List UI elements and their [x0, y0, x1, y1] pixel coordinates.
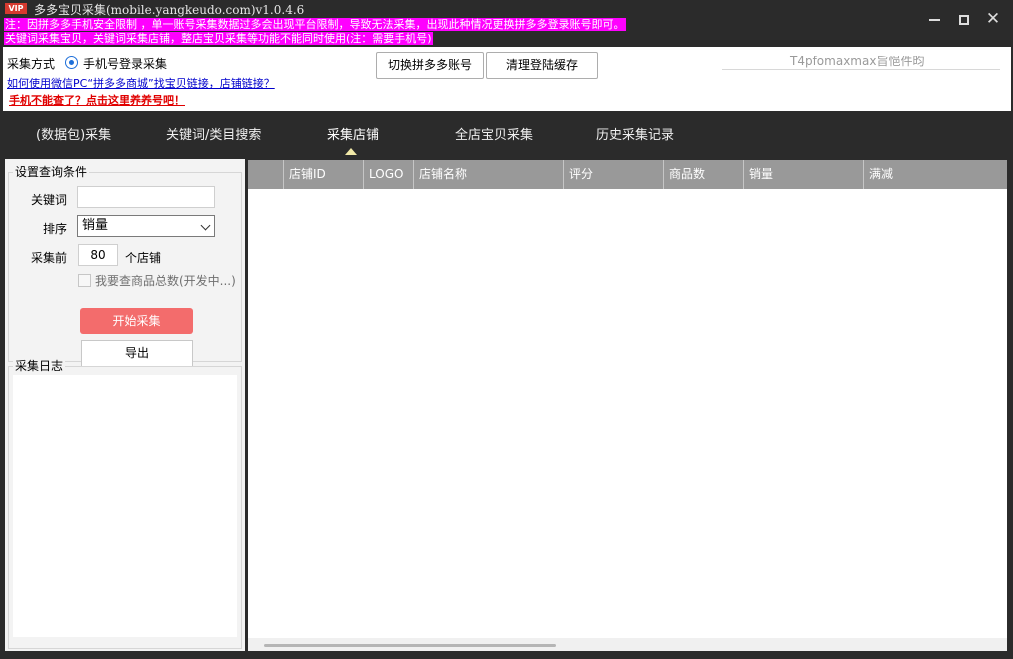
vip-badge: VIP: [5, 3, 27, 14]
query-settings-title: 设置查询条件: [13, 164, 90, 180]
log-title: 采集日志: [13, 358, 66, 374]
table-header: 店铺ID LOGO 店铺名称 评分 商品数 销量 满减: [248, 160, 1007, 189]
mode-label: 采集方式: [7, 57, 56, 71]
count-label: 采集前: [31, 251, 68, 265]
column-header-logo[interactable]: LOGO: [363, 160, 413, 189]
log-textarea[interactable]: [13, 375, 237, 637]
sort-select[interactable]: 销量: [77, 215, 215, 237]
close-icon: ✕: [985, 9, 1001, 29]
main-nav: (数据包)采集 关键词/类目搜索 采集店铺 全店宝贝采集 历史采集记录: [0, 111, 1013, 157]
notice-line-2: 关键词采集宝贝，关键词采集店铺，整店宝贝采集等功能不能同时使用(注：需要手机号): [4, 32, 433, 45]
maximize-button[interactable]: [952, 8, 976, 30]
clear-cache-button[interactable]: 清理登陆缓存: [486, 52, 598, 79]
help-link[interactable]: 如何使用微信PC“拼多多商城”找宝贝链接，店铺链接？: [7, 75, 275, 91]
export-button[interactable]: 导出: [81, 340, 193, 367]
sort-label: 排序: [43, 222, 68, 236]
row-select-header[interactable]: [248, 160, 283, 189]
switch-account-button[interactable]: 切换拼多多账号: [376, 52, 484, 79]
notice-line-1: 注：因拼多多手机安全限制 ，单一账号采集数据过多会出现平台限制，导致无法采集，出…: [4, 18, 626, 31]
window-title: 多多宝贝采集(mobile.yangkeudo.com)v1.0.4.6: [34, 3, 305, 17]
sort-select-value: 销量: [82, 218, 109, 233]
tab-whole-shop-collect[interactable]: 全店宝贝采集: [455, 124, 533, 143]
query-settings-group: 设置查询条件 关键词 排序 销量 采集前 80 个店铺 我要查商品总数(开发中.…: [8, 164, 242, 367]
tab-packet-collect[interactable]: (数据包)采集: [36, 124, 111, 143]
count-total-checkbox[interactable]: [78, 274, 91, 287]
minimize-icon: [928, 18, 940, 21]
column-header-shop-id[interactable]: 店铺ID: [283, 160, 363, 189]
tab-keyword-search[interactable]: 关键词/类目搜索: [166, 124, 261, 143]
column-header-sales[interactable]: 销量: [743, 160, 863, 189]
account-warning-link[interactable]: 手机不能查了？点击这里养养号吧！: [9, 92, 185, 108]
tab-history[interactable]: 历史采集记录: [596, 124, 674, 143]
overlapping-ghost-text: T4pfomaxmax旨悒件昀: [722, 56, 1000, 70]
phone-login-radio-label[interactable]: 手机号登录采集: [83, 55, 167, 72]
count-input[interactable]: 80: [78, 244, 118, 266]
title-bar: VIP 多多宝贝采集(mobile.yangkeudo.com)v1.0.4.6…: [0, 0, 1013, 45]
chevron-down-icon: [200, 220, 211, 231]
left-panel: 设置查询条件 关键词 排序 销量 采集前 80 个店铺 我要查商品总数(开发中.…: [5, 159, 245, 651]
shop-results-table: 店铺ID LOGO 店铺名称 评分 商品数 销量 满减: [248, 160, 1007, 651]
start-collect-button[interactable]: 开始采集: [80, 308, 193, 334]
close-button[interactable]: ✕: [981, 8, 1005, 30]
count-unit: 个店铺: [125, 251, 162, 265]
horizontal-scrollbar[interactable]: [248, 638, 1007, 651]
column-header-rating[interactable]: 评分: [563, 160, 663, 189]
keyword-label: 关键词: [31, 193, 68, 207]
column-header-discount[interactable]: 满减: [863, 160, 1007, 189]
scrollbar-thumb[interactable]: [264, 644, 556, 647]
column-header-product-count[interactable]: 商品数: [663, 160, 743, 189]
count-total-checkbox-label[interactable]: 我要查商品总数(开发中...): [95, 272, 236, 289]
keyword-input[interactable]: [77, 186, 215, 208]
maximize-icon: [959, 14, 969, 25]
minimize-button[interactable]: [922, 8, 946, 30]
tab-collect-shops[interactable]: 采集店铺: [327, 124, 379, 143]
phone-login-radio[interactable]: [65, 56, 78, 69]
active-tab-indicator: [345, 148, 357, 155]
column-header-shop-name[interactable]: 店铺名称: [413, 160, 563, 189]
log-group: 采集日志: [8, 358, 242, 649]
